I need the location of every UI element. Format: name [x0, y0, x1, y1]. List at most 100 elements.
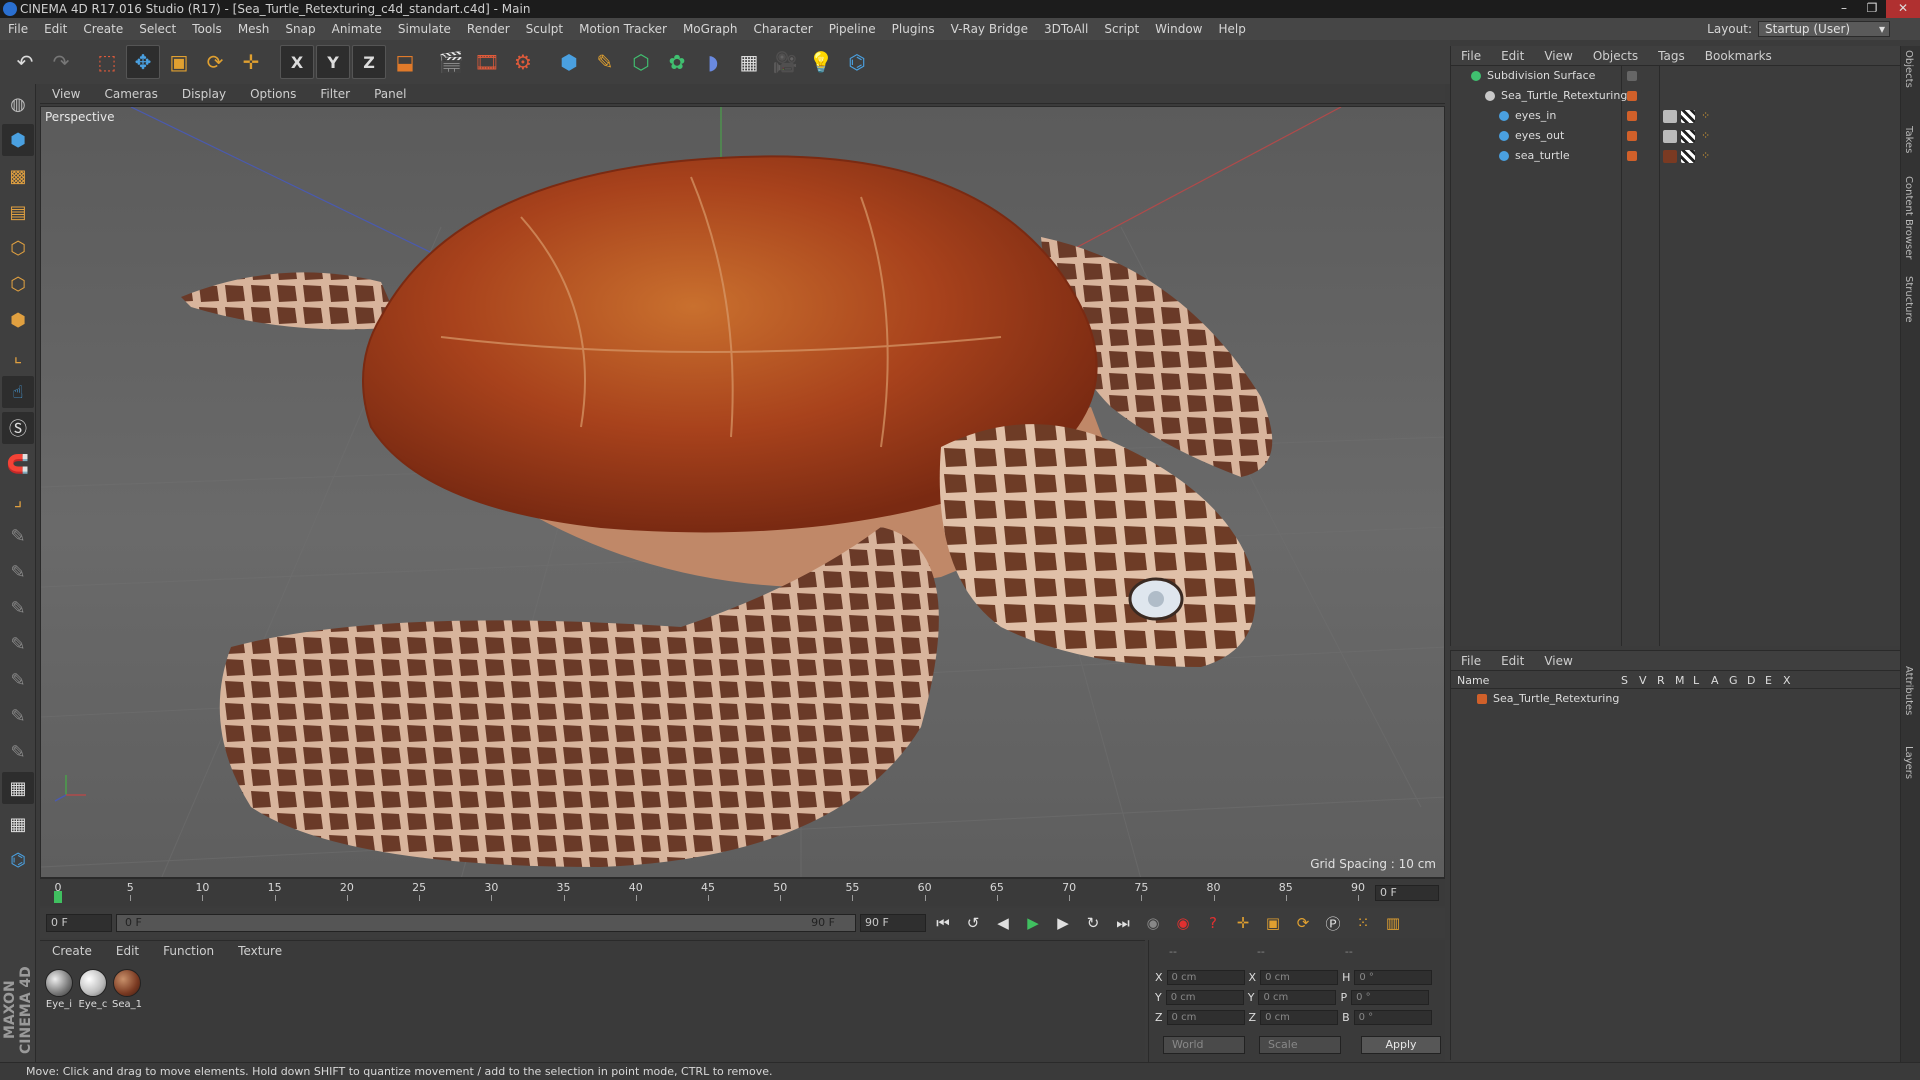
timeline-window-icon[interactable]: ▥ [1380, 910, 1406, 936]
menu-file[interactable]: File [0, 18, 36, 40]
layer-column-e[interactable]: E [1765, 674, 1772, 687]
viewport-menu-display[interactable]: Display [170, 87, 238, 101]
material-item[interactable]: Eye_c [78, 969, 108, 1010]
viewport-perspective[interactable]: Perspective Grid Spacing : 10 cm [40, 106, 1445, 878]
size-y-field[interactable]: 0 cm [1258, 989, 1337, 1005]
size-x-field[interactable]: 0 cm [1260, 969, 1339, 985]
move-icon[interactable]: ✥ [126, 45, 160, 79]
axis-mode-icon[interactable]: ⌞ [2, 340, 34, 372]
viewport-menu-cameras[interactable]: Cameras [92, 87, 169, 101]
material-tag-icon[interactable] [1663, 150, 1677, 163]
menu-edit[interactable]: Edit [36, 18, 75, 40]
sculpt-pull-icon[interactable]: ✎ [2, 556, 34, 588]
previous-frame-icon[interactable]: ◀ [990, 910, 1016, 936]
timeline-ruler[interactable]: 0 5 10 15 20 25 30 35 40 45 50 55 60 65 70 75 80 85 90 [54, 881, 1365, 903]
object-menu-edit[interactable]: Edit [1491, 49, 1534, 63]
menu-tools[interactable]: Tools [184, 18, 230, 40]
playhead-marker[interactable] [54, 891, 62, 903]
dock-tab-attributes[interactable]: Attributes [1903, 666, 1914, 715]
y-axis-icon[interactable]: Y [316, 45, 350, 79]
position-key-icon[interactable]: ✛ [1230, 910, 1256, 936]
material-menu-function[interactable]: Function [151, 944, 226, 958]
live-selection-icon[interactable]: ⬚ [90, 45, 124, 79]
menu-3dtoall[interactable]: 3DToAll [1036, 18, 1096, 40]
sculpt-smooth-icon[interactable]: ✎ [2, 592, 34, 624]
rotation-b-field[interactable]: 0 ° [1353, 1009, 1432, 1025]
edit-render-settings-icon[interactable]: ⚙ [506, 45, 540, 79]
camera-icon[interactable]: 🎥 [768, 45, 802, 79]
sculpt-grab-icon[interactable]: ✎ [2, 736, 34, 768]
layer-menu-file[interactable]: File [1451, 654, 1491, 668]
material-tag-icon[interactable] [1663, 130, 1677, 143]
workplane-icon[interactable]: ▤ [2, 196, 34, 228]
record-keys-icon[interactable]: ◉ [1140, 910, 1166, 936]
coordinate-system-icon[interactable]: ⬓ [388, 45, 422, 79]
viewport-menu-filter[interactable]: Filter [308, 87, 362, 101]
material-tag-icon[interactable] [1663, 110, 1677, 123]
parameter-key-icon[interactable]: Ⓟ [1320, 910, 1346, 936]
texture-mode-icon[interactable]: ▩ [2, 160, 34, 192]
lock-workplane-icon[interactable]: ▦ [2, 772, 34, 804]
layout-dropdown[interactable]: Startup (User) [1758, 21, 1890, 37]
layer-column-r[interactable]: R [1657, 674, 1665, 687]
z-axis-icon[interactable]: Z [352, 45, 386, 79]
pen-spline-icon[interactable]: ✎ [588, 45, 622, 79]
previous-key-icon[interactable]: ↺ [960, 910, 986, 936]
apply-button[interactable]: Apply [1361, 1036, 1441, 1054]
viewport-menu-options[interactable]: Options [238, 87, 308, 101]
tweak-mode-icon[interactable]: ☝ [2, 376, 34, 408]
size-mode-dropdown[interactable]: Scale [1259, 1036, 1341, 1054]
edges-mode-icon[interactable]: ⬡ [2, 268, 34, 300]
texture-tag-icon[interactable] [1681, 110, 1695, 123]
layer-column-x[interactable]: X [1783, 674, 1791, 687]
maximize-button[interactable]: ❐ [1858, 0, 1886, 18]
sculpt-flatten-icon[interactable]: ✎ [2, 664, 34, 696]
layer-menu-edit[interactable]: Edit [1491, 654, 1534, 668]
make-editable-icon[interactable]: ◍ [2, 88, 34, 120]
deformer-icon[interactable]: ◗ [696, 45, 730, 79]
close-button[interactable]: ✕ [1886, 0, 1920, 18]
cube-icon[interactable]: ⬢ [552, 45, 586, 79]
rotation-key-icon[interactable]: ⟳ [1290, 910, 1316, 936]
menu-animate[interactable]: Animate [324, 18, 390, 40]
menu-select[interactable]: Select [131, 18, 184, 40]
viewport-menu-view[interactable]: View [40, 87, 92, 101]
sculpt-pinch-icon[interactable]: ✎ [2, 700, 34, 732]
go-to-end-icon[interactable]: ⏭ [1110, 910, 1136, 936]
play-icon[interactable]: ▶ [1020, 910, 1046, 936]
rotation-p-field[interactable]: 0 ° [1351, 989, 1430, 1005]
light-icon[interactable]: 💡 [804, 45, 838, 79]
layer-column-v[interactable]: V [1639, 674, 1647, 687]
material-menu-create[interactable]: Create [40, 944, 104, 958]
points-mode-icon[interactable]: ⬡ [2, 232, 34, 264]
end-frame-field[interactable]: 90 F [860, 914, 926, 932]
menu-mesh[interactable]: Mesh [230, 18, 278, 40]
layer-column-l[interactable]: L [1693, 674, 1699, 687]
menu-window[interactable]: Window [1147, 18, 1210, 40]
dock-tab-layers[interactable]: Layers [1903, 746, 1914, 779]
model-mode-icon[interactable]: ⬢ [2, 124, 34, 156]
menu-motion-tracker[interactable]: Motion Tracker [571, 18, 675, 40]
minimize-button[interactable]: – [1830, 0, 1858, 18]
material-menu-texture[interactable]: Texture [226, 944, 294, 958]
brush-tool-icon[interactable]: ✎ [2, 520, 34, 552]
go-to-start-icon[interactable]: ⏮ [930, 910, 956, 936]
menu-mograph[interactable]: MoGraph [675, 18, 746, 40]
object-row[interactable]: sea_turtle ⁘ [1451, 146, 1900, 166]
menu-plugins[interactable]: Plugins [884, 18, 943, 40]
material-item[interactable]: Sea_1 [112, 969, 142, 1010]
menu-v-ray-bridge[interactable]: V-Ray Bridge [943, 18, 1036, 40]
texture-tag-icon[interactable] [1681, 150, 1695, 163]
enable-axis-icon[interactable]: ⌟ [2, 484, 34, 516]
recent-tool-icon[interactable]: ✛ [234, 45, 268, 79]
object-menu-file[interactable]: File [1451, 49, 1491, 63]
object-row[interactable]: Subdivision Surface [1451, 66, 1900, 86]
uvw-tag-icon[interactable]: ⁘ [1701, 126, 1710, 146]
timeline[interactable]: 0 5 10 15 20 25 30 35 40 45 50 55 60 65 70 75 80 85 90 0 F [40, 878, 1445, 906]
position-y-field[interactable]: 0 cm [1165, 989, 1244, 1005]
object-row[interactable]: eyes_in ⁘ [1451, 106, 1900, 126]
undo-icon[interactable]: ↶ [8, 45, 42, 79]
coordinate-mode-dropdown[interactable]: World [1163, 1036, 1245, 1054]
current-frame-field[interactable]: 0 F [1375, 885, 1439, 901]
object-menu-objects[interactable]: Objects [1583, 49, 1648, 63]
